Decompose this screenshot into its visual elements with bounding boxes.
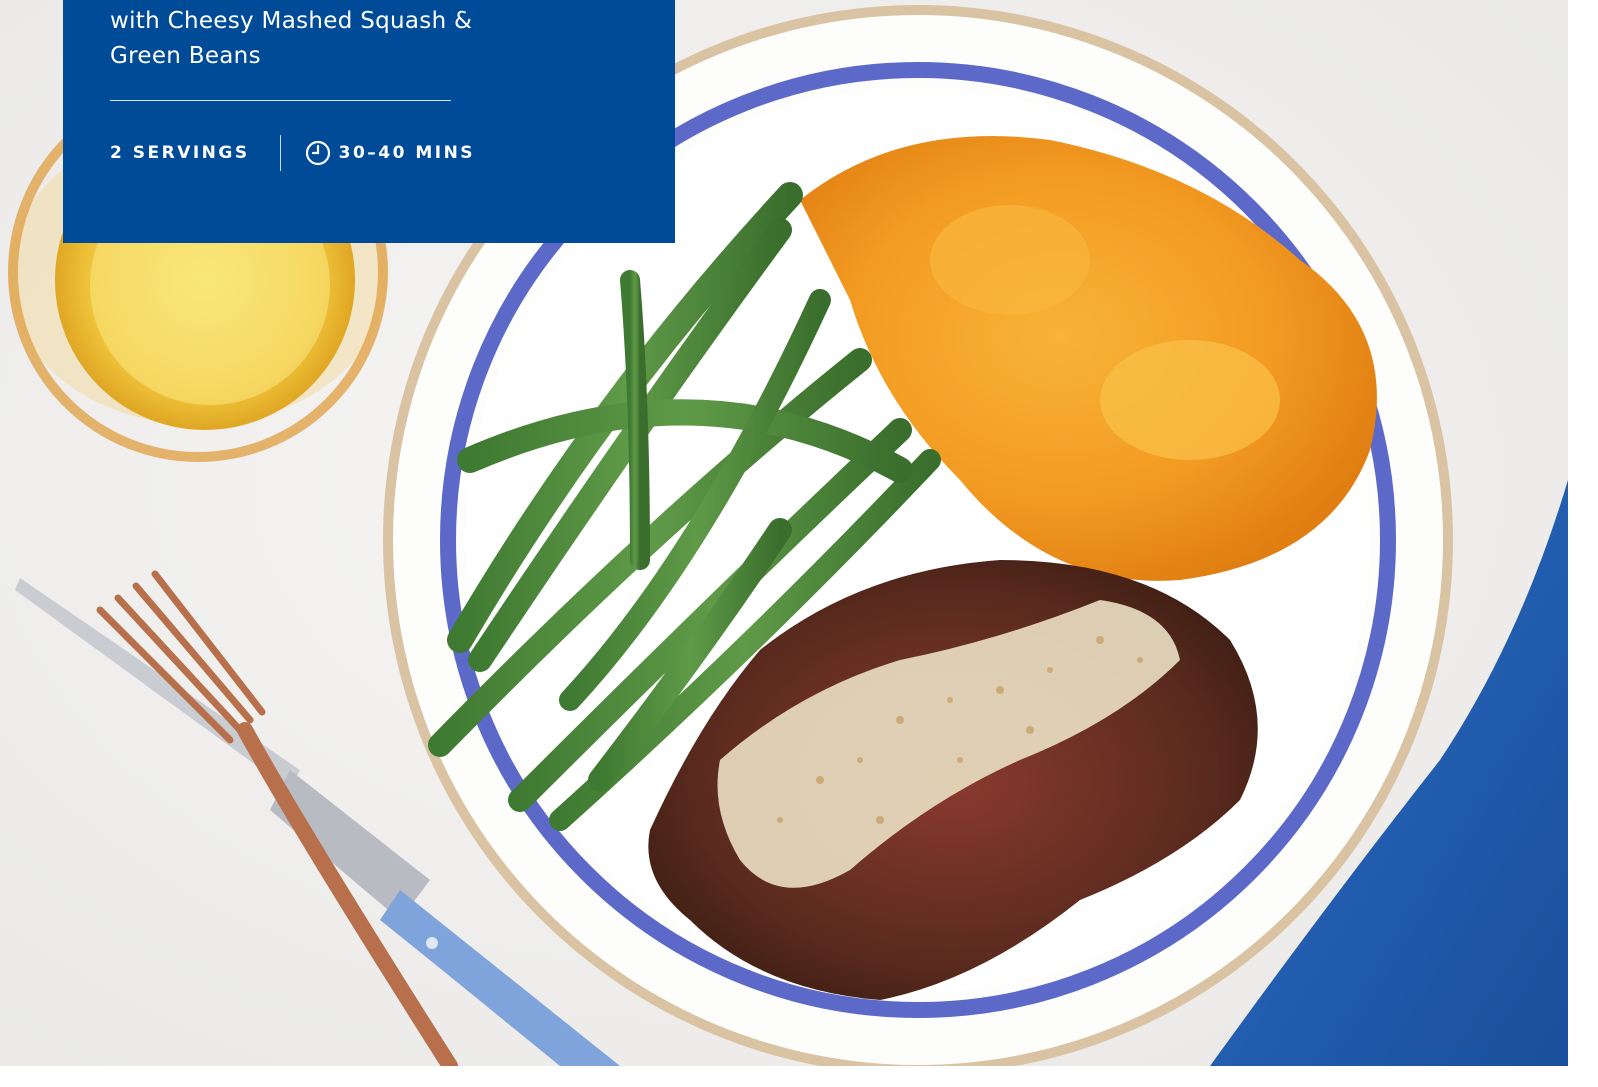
- title-divider: [110, 100, 451, 101]
- recipe-subtitle: with Cheesy Mashed Squash & Green Beans: [110, 8, 473, 69]
- recipe-meta: 2 SERVINGS 30–40 MINS: [110, 135, 475, 171]
- clock-icon: [305, 140, 331, 166]
- recipe-info-card: with Cheesy Mashed Squash & Green Beans …: [63, 0, 675, 243]
- cook-time-label: 30–40 MINS: [338, 143, 476, 163]
- meta-divider: [279, 135, 281, 171]
- servings-label: 2 SERVINGS: [110, 143, 250, 163]
